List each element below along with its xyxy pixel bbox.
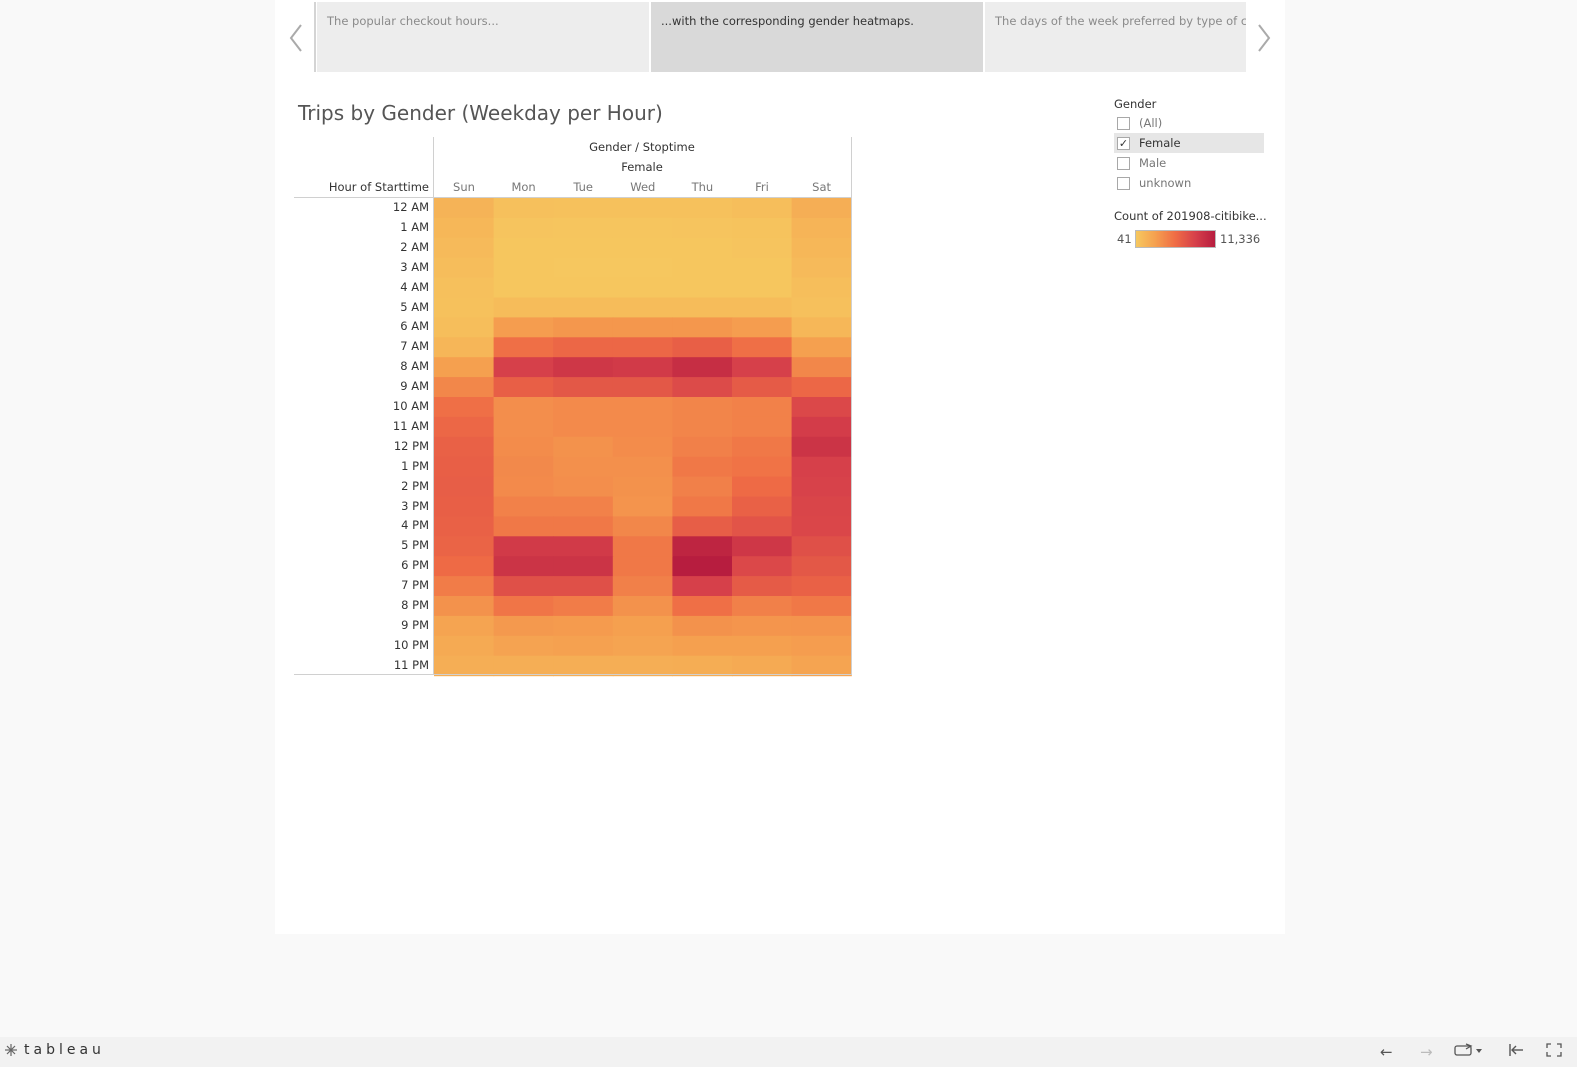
column-label-fri: Fri <box>755 180 769 194</box>
row-label-12pm: 12 PM <box>393 438 429 453</box>
row-label-8am: 8 AM <box>400 359 429 374</box>
story-point-2[interactable]: ...with the corresponding gender heatmap… <box>651 2 983 72</box>
column-label-tue: Tue <box>573 180 594 194</box>
filter-item-label: (All) <box>1139 116 1163 130</box>
row-label-3pm: 3 PM <box>401 498 429 513</box>
column-header: Gender / Stoptime <box>589 140 695 154</box>
revert-icon[interactable] <box>1508 1043 1524 1061</box>
story-point-1[interactable]: The popular checkout hours... <box>317 2 649 72</box>
row-label-5pm: 5 PM <box>401 538 429 553</box>
redo-icon[interactable]: → <box>1420 1043 1433 1061</box>
row-label-11am: 11 AM <box>392 418 429 433</box>
column-label-thu: Thu <box>691 180 714 194</box>
row-label-10am: 10 AM <box>392 399 429 413</box>
sheet-title: Trips by Gender (Weekday per Hour) <box>298 101 663 125</box>
chevron-left-icon <box>289 24 302 52</box>
legend-max-label: 11,336 <box>1220 232 1261 246</box>
tableau-logo-text: tableau <box>24 1042 105 1058</box>
row-label-1am: 1 AM <box>400 219 429 234</box>
filter-item-unknown[interactable]: unknown <box>1114 173 1264 193</box>
tableau-logo-icon <box>5 1044 17 1056</box>
row-label-2pm: 2 PM <box>401 478 429 493</box>
grid-rule <box>433 137 434 675</box>
row-label-9pm: 9 PM <box>401 617 429 632</box>
row-label-12am: 12 AM <box>392 200 429 214</box>
fullscreen-icon[interactable] <box>1546 1043 1562 1061</box>
grid-rule <box>294 674 852 675</box>
row-label-1pm: 1 PM <box>401 458 429 473</box>
filter-item-male[interactable]: Male <box>1114 153 1264 173</box>
chevron-right-icon <box>1258 24 1271 52</box>
story-prev-button[interactable] <box>286 20 306 56</box>
column-label-mon: Mon <box>511 180 536 194</box>
row-label-3am: 3 AM <box>400 259 429 274</box>
row-label-2am: 2 AM <box>400 239 429 254</box>
tableau-logo[interactable]: tableau <box>4 1042 105 1058</box>
checkbox-checked-icon[interactable]: ✓ <box>1117 136 1130 150</box>
checkbox-icon[interactable] <box>1117 176 1130 190</box>
filter-item-female[interactable]: ✓ Female <box>1114 133 1264 153</box>
row-label-5am: 5 AM <box>400 299 429 314</box>
story-point-label: The popular checkout hours... <box>327 14 499 28</box>
row-label-8pm: 8 PM <box>401 598 429 612</box>
column-label-wed: Wed <box>630 180 656 194</box>
row-label-11pm: 11 PM <box>393 657 429 672</box>
row-label-4am: 4 AM <box>400 279 429 294</box>
row-label-7pm: 7 PM <box>401 578 429 593</box>
story-next-button[interactable] <box>1254 20 1274 56</box>
row-label-7am: 7 AM <box>400 339 429 354</box>
story-divider <box>314 2 316 72</box>
column-label-sun: Sun <box>453 180 475 194</box>
story-point-label: The days of the week preferred by type o… <box>995 14 1246 28</box>
row-label-9am: 9 AM <box>400 379 429 394</box>
undo-icon[interactable]: ← <box>1380 1043 1393 1061</box>
grid-rule <box>851 137 852 675</box>
color-legend-title: Count of 201908-citibike... <box>1114 209 1267 223</box>
column-label-sat: Sat <box>812 180 832 194</box>
gender-filter-title: Gender <box>1114 97 1157 111</box>
filter-item-label: Female <box>1139 136 1181 150</box>
row-label-6pm: 6 PM <box>401 558 429 573</box>
story-point-label: ...with the corresponding gender heatmap… <box>661 14 914 28</box>
checkbox-icon[interactable] <box>1117 156 1130 170</box>
story-point-3[interactable]: The days of the week preferred by type o… <box>985 2 1246 72</box>
color-legend-bar <box>1135 230 1216 248</box>
filter-item-all[interactable]: (All) <box>1114 113 1264 133</box>
filter-item-label: Male <box>1139 156 1167 170</box>
gender-header: Female <box>621 160 663 174</box>
legend-min-label: 41 <box>1117 232 1132 246</box>
bottom-toolbar: tableau ← → <box>0 1037 1577 1067</box>
row-header: Hour of Starttime <box>328 180 429 194</box>
grid-rule <box>294 197 852 198</box>
checkbox-icon[interactable] <box>1117 116 1130 130</box>
filter-item-label: unknown <box>1139 176 1192 190</box>
share-icon[interactable] <box>1454 1043 1484 1061</box>
row-label-6am: 6 AM <box>400 319 429 334</box>
row-label-4pm: 4 PM <box>401 518 429 533</box>
row-label-10pm: 10 PM <box>393 637 429 652</box>
